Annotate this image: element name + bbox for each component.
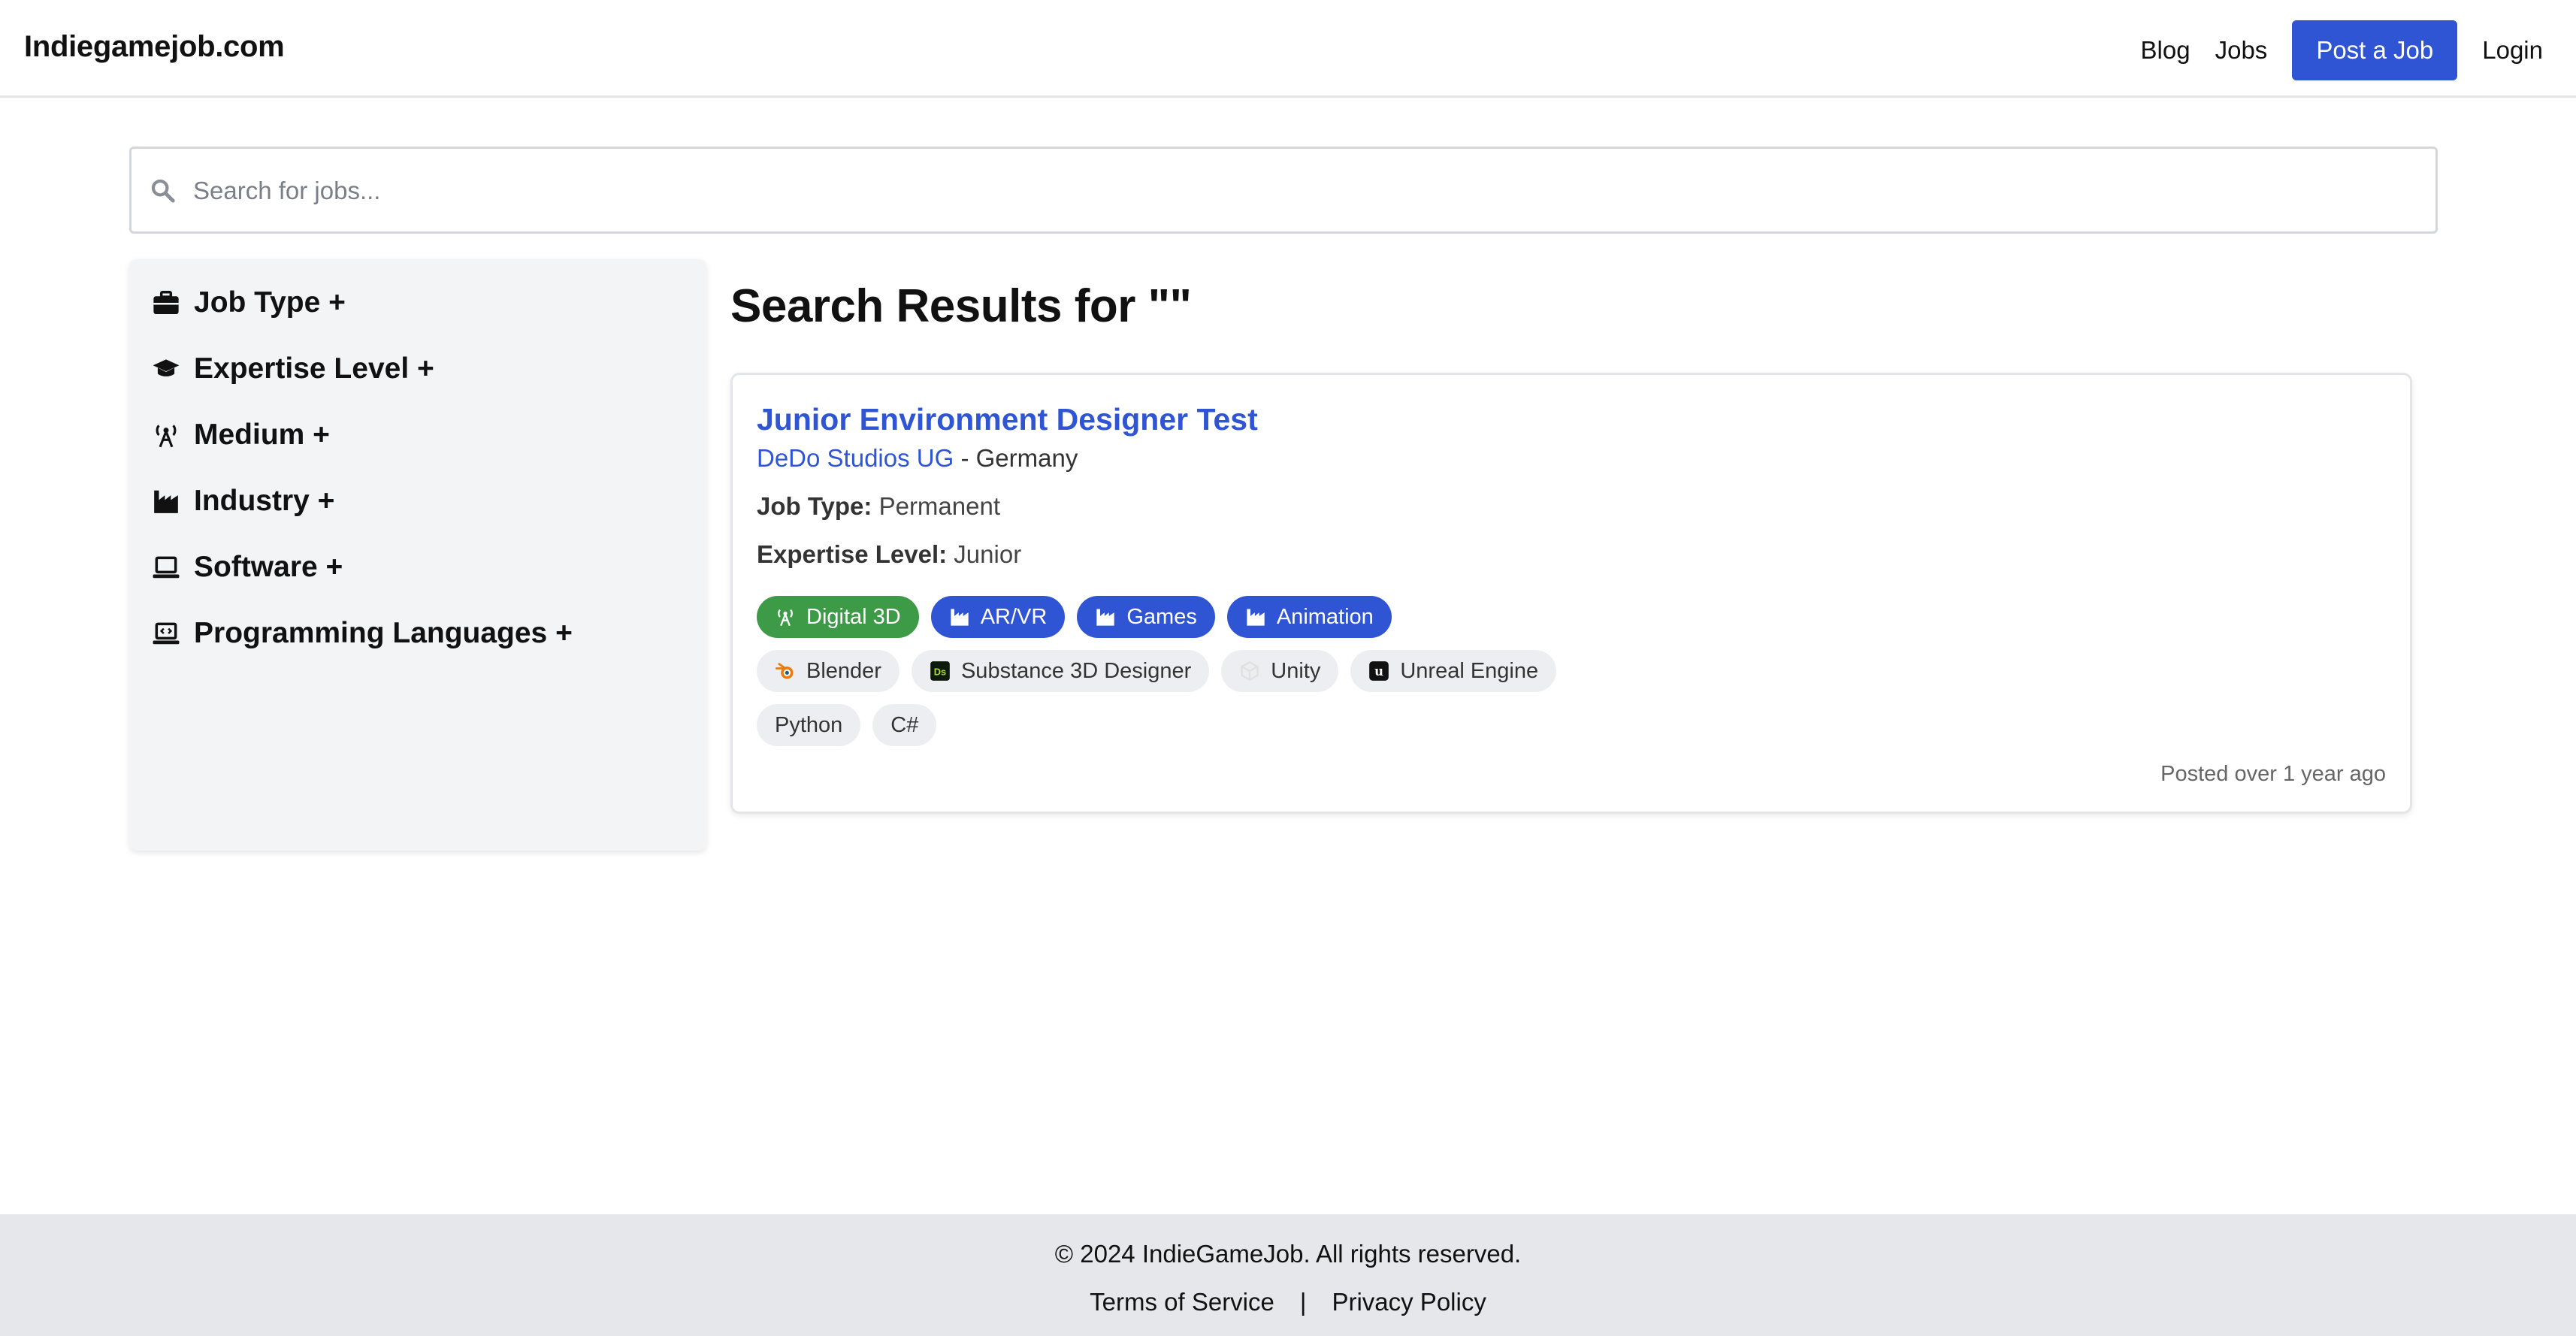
industry-tag[interactable]: Animation: [1226, 596, 1392, 638]
filter-programming-languages[interactable]: Programming Languages +: [152, 611, 573, 656]
job-card: Junior Environment Designer Test DeDo St…: [730, 373, 2412, 814]
page-title: Search Results for "": [730, 280, 1192, 332]
company-link[interactable]: DeDo Studios UG: [757, 444, 954, 472]
site-logo-text[interactable]: Indiegamejob.com: [24, 30, 285, 64]
briefcase-icon: [153, 291, 179, 315]
filter-label: Software +: [194, 551, 343, 583]
tag-label: Unreal Engine: [1400, 658, 1539, 683]
footer-links: Terms of Service | Privacy Policy: [0, 1288, 2576, 1316]
broadcast-tower-icon: [156, 425, 177, 448]
svg-text:Ds: Ds: [934, 666, 946, 677]
filter-label: Programming Languages +: [194, 617, 573, 649]
filter-label: Medium +: [194, 419, 330, 451]
language-tag[interactable]: Python: [757, 704, 861, 746]
job-type-label: Job Type:: [757, 492, 872, 520]
nav-jobs-link[interactable]: Jobs: [2215, 36, 2268, 65]
substance-designer-icon: Ds: [930, 661, 950, 681]
language-tags: Python C#: [757, 704, 948, 746]
top-navbar: Indiegamejob.com Blog Jobs Post a Job Lo…: [0, 0, 2576, 98]
industry-tag[interactable]: Games: [1077, 596, 1215, 638]
filter-expertise-level[interactable]: Expertise Level +: [152, 346, 434, 391]
terms-of-service-link[interactable]: Terms of Service: [1090, 1288, 1274, 1316]
unity-icon: [1241, 660, 1259, 682]
copyright-text: © 2024 IndieGameJob. All rights reserved…: [1054, 1240, 1522, 1268]
page-footer: © 2024 IndieGameJob. All rights reserved…: [0, 1214, 2576, 1336]
filter-medium[interactable]: Medium +: [152, 413, 330, 458]
industry-icon: [951, 609, 969, 626]
search-input[interactable]: [192, 164, 2419, 218]
filter-software[interactable]: Software +: [152, 545, 343, 590]
tag-label: Digital 3D: [806, 604, 901, 629]
tag-label: Substance 3D Designer: [960, 658, 1192, 683]
industry-icon: [154, 490, 178, 513]
expertise-level-value: Junior: [954, 540, 1022, 568]
laptop-code-icon: [153, 622, 180, 645]
tag-label: AR/VR: [980, 604, 1048, 629]
software-tag[interactable]: Blender: [757, 650, 899, 692]
job-search-box: [129, 147, 2438, 234]
medium-industry-tags: Digital 3D AR/VR Games Animation: [757, 596, 1404, 638]
tag-label: Animation: [1276, 604, 1374, 629]
job-location: Germany: [975, 444, 1078, 472]
laptop-icon: [153, 556, 180, 579]
job-type-line: Job Type: Permanent: [757, 492, 1000, 521]
software-tags: Blender Ds Substance 3D Designer Unity u…: [757, 650, 1568, 692]
filter-job-type[interactable]: Job Type +: [152, 280, 346, 325]
location-separator: -: [954, 444, 976, 472]
nav-login-link[interactable]: Login: [2482, 36, 2543, 65]
company-location: DeDo Studios UG - Germany: [757, 444, 1078, 473]
main-nav: Blog Jobs Post a Job Login: [2116, 20, 2543, 80]
software-tag[interactable]: Ds Substance 3D Designer: [911, 650, 1210, 692]
filter-label: Job Type +: [194, 286, 346, 319]
search-icon: [151, 179, 175, 203]
filter-industry[interactable]: Industry +: [152, 479, 334, 524]
broadcast-tower-icon: [778, 609, 793, 627]
blender-icon: [775, 663, 794, 679]
industry-icon: [1247, 609, 1265, 626]
filter-label: Industry +: [194, 485, 335, 517]
expertise-level-line: Expertise Level: Junior: [757, 540, 1021, 569]
privacy-policy-link[interactable]: Privacy Policy: [1332, 1288, 1486, 1316]
post-job-button[interactable]: Post a Job: [2292, 20, 2458, 80]
industry-tag[interactable]: AR/VR: [930, 596, 1066, 638]
graduation-cap-icon: [153, 359, 180, 376]
job-type-value: Permanent: [878, 492, 1001, 520]
tag-label: Unity: [1271, 658, 1321, 683]
expertise-level-label: Expertise Level:: [757, 540, 948, 568]
tag-label: Blender: [806, 658, 881, 683]
unreal-engine-icon: u: [1369, 661, 1389, 681]
software-tag[interactable]: u Unreal Engine: [1350, 650, 1557, 692]
software-tag[interactable]: Unity: [1221, 650, 1339, 692]
language-tag[interactable]: C#: [872, 704, 937, 746]
nav-blog-link[interactable]: Blog: [2141, 36, 2191, 65]
industry-icon: [1096, 609, 1115, 626]
job-title-link[interactable]: Junior Environment Designer Test: [757, 402, 1258, 437]
filter-sidebar: Job Type + Expertise Level + Medium + In…: [129, 259, 706, 851]
tag-label: Games: [1126, 604, 1197, 629]
svg-text:u: u: [1374, 664, 1383, 679]
filter-label: Expertise Level +: [194, 352, 434, 385]
medium-tag[interactable]: Digital 3D: [757, 596, 919, 638]
footer-separator: |: [1299, 1288, 1307, 1316]
posted-date: Posted over 1 year ago: [2160, 762, 2386, 786]
